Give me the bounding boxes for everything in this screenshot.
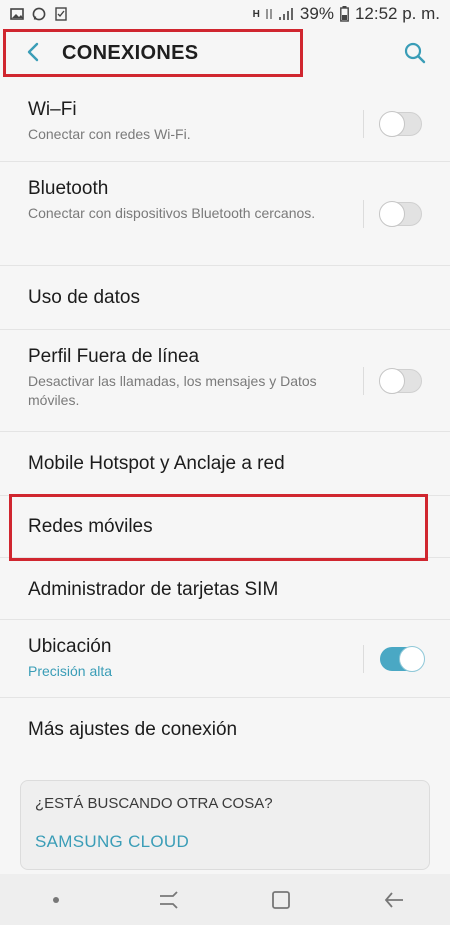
battery-icon (340, 6, 349, 22)
recent-apps-button[interactable] (154, 885, 184, 915)
toggle-knob (379, 367, 405, 394)
setting-wifi[interactable]: Wi–Fi Conectar con redes Wi-Fi. (0, 86, 450, 162)
setting-label: Administrador de tarjetas SIM (28, 579, 279, 600)
toggle-container (363, 644, 425, 673)
clock: 12:52 p. m. (354, 4, 440, 23)
toggle-container (363, 366, 422, 395)
home-icon (272, 890, 291, 909)
setting-sim-manager[interactable]: Administrador de tarjetas SIM (0, 558, 450, 620)
vertical-divider (363, 366, 364, 395)
setting-label: Mobile Hotspot y Anclaje a red (28, 453, 285, 474)
setting-label: Uso de datos (28, 287, 140, 308)
battery-percent: 39% (299, 4, 334, 23)
setting-label: Bluetooth (28, 178, 109, 199)
whatsapp-icon (32, 7, 46, 21)
airplane-mode-toggle[interactable] (379, 367, 422, 394)
home-button[interactable] (266, 885, 296, 915)
image-notification-icon (10, 8, 24, 20)
setting-subtitle: Desactivar las llamadas, los mensajes y … (28, 373, 317, 408)
vertical-divider (363, 199, 364, 228)
toggle-knob (379, 200, 405, 227)
back-arrow-icon[interactable] (22, 40, 46, 64)
toggle-container (363, 199, 422, 228)
nav-dot-button[interactable] (41, 885, 71, 915)
checklist-icon (55, 7, 67, 21)
setting-bluetooth[interactable]: Bluetooth Conectar con dispositivos Blue… (0, 162, 450, 266)
search-icon[interactable] (402, 40, 428, 66)
setting-label: Más ajustes de conexión (28, 719, 238, 740)
setting-more-connection[interactable]: Más ajustes de conexión (0, 698, 450, 762)
status-bar: H 39% 12:52 p. m. (0, 0, 450, 28)
back-nav-icon (384, 891, 403, 908)
bluetooth-toggle[interactable] (379, 200, 422, 227)
toggle-container (363, 109, 422, 138)
toggle-knob (379, 110, 405, 137)
samsung-cloud-link[interactable]: SAMSUNG CLOUD (35, 832, 415, 852)
back-button[interactable] (379, 885, 409, 915)
setting-airplane-mode[interactable]: Perfil Fuera de línea Desactivar las lla… (0, 330, 450, 432)
data-arrows-icon (266, 9, 272, 19)
setting-subtitle: Conectar con dispositivos Bluetooth cerc… (28, 205, 316, 221)
status-system: H 39% 12:52 p. m. (253, 4, 440, 24)
vertical-divider (363, 644, 364, 673)
network-type-label: H (252, 8, 260, 20)
suggestion-card: ¿ESTÁ BUSCANDO OTRA COSA? SAMSUNG CLOUD (20, 780, 430, 870)
setting-label: Perfil Fuera de línea (28, 346, 200, 367)
location-toggle[interactable] (380, 645, 425, 672)
page-title: CONEXIONES (62, 42, 199, 64)
setting-location[interactable]: Ubicación Precisión alta (0, 620, 450, 698)
signal-icon (278, 8, 293, 20)
vertical-divider (363, 109, 364, 138)
toggle-knob (399, 645, 425, 672)
wifi-toggle[interactable] (379, 110, 422, 137)
mobile-networks-highlight-box (9, 494, 428, 561)
setting-mobile-hotspot[interactable]: Mobile Hotspot y Anclaje a red (0, 432, 450, 496)
settings-list: Wi–Fi Conectar con redes Wi-Fi. Bluetoot… (0, 86, 450, 762)
navigation-bar (0, 874, 450, 925)
status-notifications (10, 7, 68, 21)
card-title: ¿ESTÁ BUSCANDO OTRA COSA? (35, 795, 273, 812)
dot-icon (53, 896, 60, 903)
recent-apps-icon (159, 890, 178, 909)
setting-data-usage[interactable]: Uso de datos (0, 266, 450, 330)
